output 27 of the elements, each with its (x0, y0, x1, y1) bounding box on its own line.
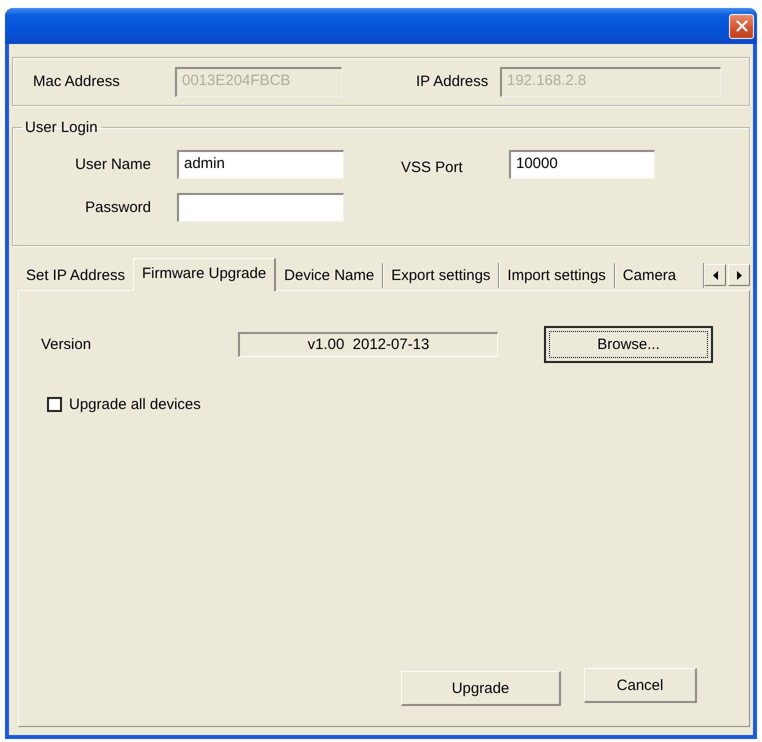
left-arrow-icon (712, 270, 718, 280)
field-label: Mac Address (33, 73, 121, 90)
tab[interactable]: Import settings (499, 263, 615, 288)
tab[interactable]: Export settings (383, 263, 500, 288)
right-arrow-icon (736, 270, 742, 280)
text-field[interactable]: admin (177, 150, 344, 179)
tab[interactable]: Device Name (276, 263, 384, 288)
text-field[interactable] (177, 193, 344, 222)
browse-button[interactable]: Browse... (544, 326, 713, 363)
scroll-left-button[interactable] (704, 264, 726, 286)
field-label: Password (84, 199, 151, 216)
close-button[interactable] (729, 14, 754, 38)
tab[interactable]: Firmware Upgrade (132, 258, 276, 291)
scroll-right-button[interactable] (728, 264, 750, 286)
dialog-button[interactable]: Cancel (584, 668, 697, 703)
checkbox-label[interactable]: Upgrade all devices (69, 396, 201, 413)
group-title: User Login (24, 119, 99, 136)
version-label: Version (41, 336, 92, 353)
checkbox[interactable] (47, 397, 62, 412)
field-label: VSS Port (401, 158, 464, 176)
field-label: IP Address (416, 73, 490, 90)
tab[interactable]: Set IP Address (18, 263, 133, 288)
text-field[interactable]: 10000 (509, 150, 655, 179)
field-label: User Name (74, 156, 151, 173)
close-icon (736, 20, 748, 32)
dialog-button[interactable]: Upgrade (401, 671, 561, 706)
version-field: v1.00 2012-07-13 (238, 332, 498, 357)
